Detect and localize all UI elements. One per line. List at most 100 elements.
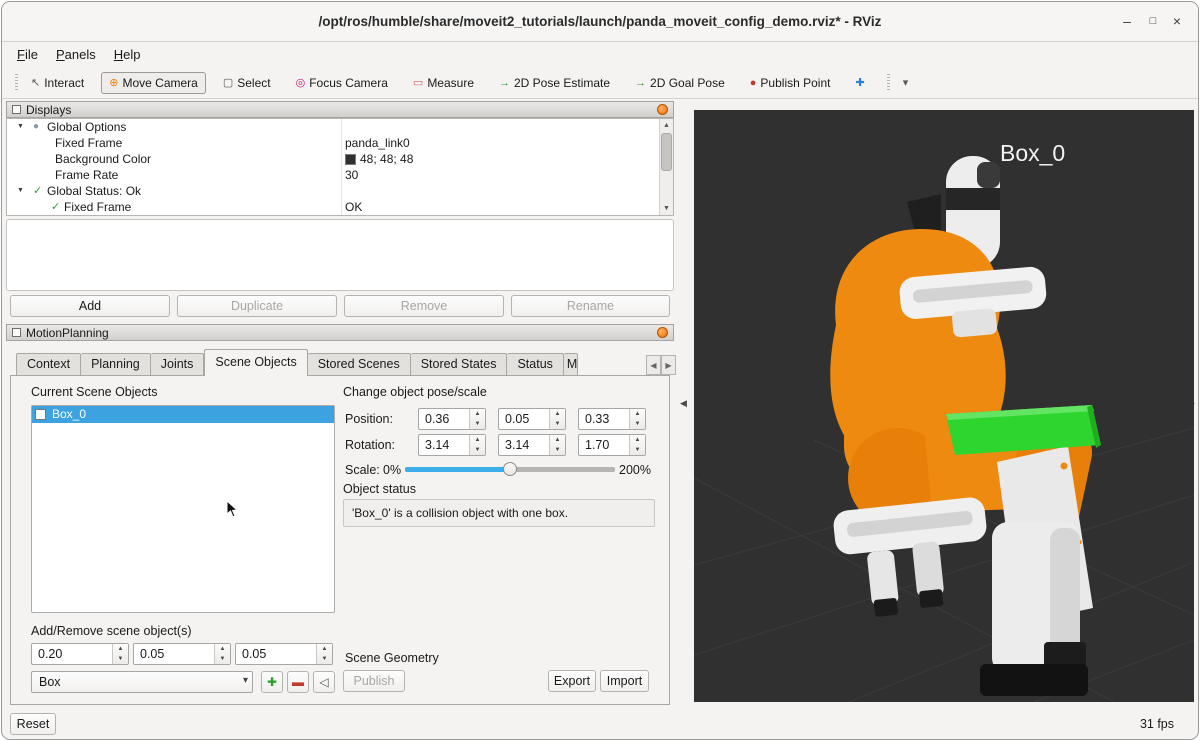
- spin-up-icon[interactable]: ▲: [470, 435, 485, 445]
- size-y-value[interactable]: 0.05: [140, 647, 164, 661]
- maximize-button[interactable]: □: [1144, 13, 1162, 31]
- scene-objects-list[interactable]: Box_0: [31, 405, 335, 613]
- position-x-value[interactable]: 0.36: [425, 412, 449, 426]
- rotation-z-spinner[interactable]: 1.70 ▲▼: [578, 434, 646, 456]
- clear-object-button[interactable]: ◁: [313, 671, 335, 693]
- list-item-box0[interactable]: Box_0: [32, 406, 334, 423]
- tab-joints[interactable]: Joints: [151, 353, 205, 375]
- property-value[interactable]: panda_link0: [345, 136, 410, 150]
- tree-scrollbar[interactable]: ▲ ▼: [659, 119, 673, 215]
- close-button[interactable]: ×: [1168, 13, 1186, 31]
- position-z-value[interactable]: 0.33: [585, 412, 609, 426]
- spinner-buttons[interactable]: ▲▼: [316, 644, 332, 664]
- rotation-x-spinner[interactable]: 3.14 ▲▼: [418, 434, 486, 456]
- tree-row-fixed-frame-status[interactable]: ✓ Fixed Frame OK: [7, 199, 673, 215]
- spin-up-icon[interactable]: ▲: [317, 644, 332, 654]
- toolbar-handle[interactable]: [15, 74, 18, 92]
- tree-row-fixed-frame[interactable]: Fixed Frame panda_link0: [7, 135, 673, 151]
- toolbar-overflow-button[interactable]: ▾: [897, 74, 915, 93]
- spin-up-icon[interactable]: ▲: [550, 409, 565, 419]
- toolbar-handle[interactable]: [887, 74, 890, 92]
- displays-tree[interactable]: ▼ ● Global Options Fixed Frame panda_lin…: [6, 118, 674, 216]
- scroll-up-icon[interactable]: ▲: [660, 119, 673, 132]
- tab-stored-scenes[interactable]: Stored Scenes: [308, 353, 411, 375]
- tab-status[interactable]: Status: [507, 353, 563, 375]
- displays-panel-header[interactable]: Displays: [6, 101, 674, 118]
- spin-up-icon[interactable]: ▲: [550, 435, 565, 445]
- spin-down-icon[interactable]: ▼: [550, 445, 565, 455]
- motion-planning-panel-header[interactable]: MotionPlanning: [6, 324, 674, 341]
- tab-context[interactable]: Context: [16, 353, 81, 375]
- title-bar[interactable]: /opt/ros/humble/share/moveit2_tutorials/…: [2, 2, 1198, 42]
- tool-2d-pose-estimate[interactable]: → 2D Pose Estimate: [491, 72, 618, 94]
- size-z-value[interactable]: 0.05: [242, 647, 266, 661]
- slider-handle[interactable]: [503, 462, 517, 476]
- remove-display-button[interactable]: Remove: [344, 295, 504, 317]
- spinner-buttons[interactable]: ▲▼: [469, 435, 485, 455]
- object-checkbox[interactable]: [35, 409, 46, 420]
- rotation-x-value[interactable]: 3.14: [425, 438, 449, 452]
- spinner-buttons[interactable]: ▲▼: [549, 409, 565, 429]
- menu-help[interactable]: Help: [105, 43, 150, 68]
- rotation-y-value[interactable]: 3.14: [505, 438, 529, 452]
- size-y-spinner[interactable]: 0.05 ▲▼: [133, 643, 231, 665]
- import-button[interactable]: Import: [600, 670, 649, 692]
- spin-up-icon[interactable]: ▲: [215, 644, 230, 654]
- tree-row-global-status[interactable]: ▼ ✓ Global Status: Ok: [7, 183, 673, 199]
- size-x-value[interactable]: 0.20: [38, 647, 62, 661]
- position-y-spinner[interactable]: 0.05 ▲▼: [498, 408, 566, 430]
- add-tool-button[interactable]: ✚: [847, 74, 872, 93]
- tool-focus-camera[interactable]: ◎ Focus Camera: [288, 72, 396, 94]
- minimize-button[interactable]: –: [1118, 13, 1136, 31]
- tab-scroll-right-icon[interactable]: ▶: [661, 355, 676, 375]
- expander-icon[interactable]: ▼: [17, 123, 24, 130]
- position-z-spinner[interactable]: 0.33 ▲▼: [578, 408, 646, 430]
- scale-slider[interactable]: [405, 460, 615, 478]
- add-object-button[interactable]: ✚: [261, 671, 283, 693]
- menu-file[interactable]: File: [8, 43, 47, 68]
- spin-down-icon[interactable]: ▼: [550, 419, 565, 429]
- tool-move-camera[interactable]: ⊕ Move Camera: [101, 72, 206, 94]
- splitter-arrow-left-icon[interactable]: ◀: [680, 398, 687, 409]
- tab-stored-states[interactable]: Stored States: [411, 353, 508, 375]
- spin-down-icon[interactable]: ▼: [630, 445, 645, 455]
- shape-select[interactable]: Box ▾: [31, 671, 253, 693]
- size-z-spinner[interactable]: 0.05 ▲▼: [235, 643, 333, 665]
- tool-2d-goal-pose[interactable]: → 2D Goal Pose: [627, 72, 733, 94]
- reset-button[interactable]: Reset: [10, 713, 56, 735]
- tool-interact[interactable]: ↖ Interact: [23, 72, 92, 94]
- scroll-down-icon[interactable]: ▼: [660, 202, 673, 215]
- spin-down-icon[interactable]: ▼: [317, 654, 332, 664]
- spin-up-icon[interactable]: ▲: [470, 409, 485, 419]
- tool-publish-point[interactable]: ● Publish Point: [742, 72, 839, 94]
- rename-display-button[interactable]: Rename: [511, 295, 670, 317]
- publish-button[interactable]: Publish: [343, 670, 405, 692]
- spin-down-icon[interactable]: ▼: [470, 419, 485, 429]
- tab-planning[interactable]: Planning: [81, 353, 151, 375]
- size-x-spinner[interactable]: 0.20 ▲▼: [31, 643, 129, 665]
- panel-detach-button[interactable]: [657, 104, 668, 115]
- rotation-y-spinner[interactable]: 3.14 ▲▼: [498, 434, 566, 456]
- tab-scene-objects[interactable]: Scene Objects: [204, 349, 307, 376]
- tool-measure[interactable]: ▭ Measure: [405, 72, 482, 94]
- spinner-buttons[interactable]: ▲▼: [469, 409, 485, 429]
- tree-row-background-color[interactable]: Background Color 48; 48; 48: [7, 151, 673, 167]
- remove-object-button[interactable]: ▬: [287, 671, 309, 693]
- spin-up-icon[interactable]: ▲: [630, 435, 645, 445]
- tab-scroll-left-icon[interactable]: ◀: [646, 355, 661, 375]
- panel-detach-button[interactable]: [657, 327, 668, 338]
- tab-manipulation-partial[interactable]: M: [564, 353, 578, 375]
- tool-select[interactable]: ▢ Select: [215, 72, 279, 94]
- 3d-viewport[interactable]: Box_0: [694, 110, 1194, 702]
- spinner-buttons[interactable]: ▲▼: [629, 409, 645, 429]
- duplicate-display-button[interactable]: Duplicate: [177, 295, 337, 317]
- spin-up-icon[interactable]: ▲: [630, 409, 645, 419]
- spin-down-icon[interactable]: ▼: [215, 654, 230, 664]
- tree-row-global-options[interactable]: ▼ ● Global Options: [7, 119, 673, 135]
- position-y-value[interactable]: 0.05: [505, 412, 529, 426]
- rotation-z-value[interactable]: 1.70: [585, 438, 609, 452]
- position-x-spinner[interactable]: 0.36 ▲▼: [418, 408, 486, 430]
- spin-down-icon[interactable]: ▼: [113, 654, 128, 664]
- property-value[interactable]: 30: [345, 168, 358, 182]
- add-display-button[interactable]: Add: [10, 295, 170, 317]
